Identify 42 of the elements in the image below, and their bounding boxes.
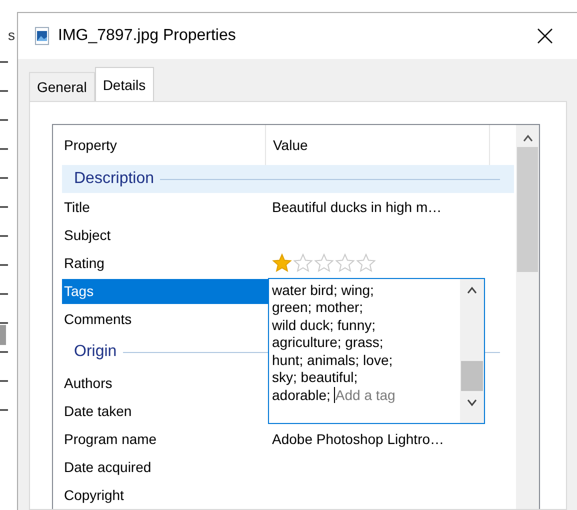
group-label[interactable]: Description (72, 170, 160, 188)
placeholder-text: Add a tag (335, 386, 396, 404)
property-name[interactable]: Comments (62, 306, 268, 332)
tag-text: sky; beautiful; (272, 369, 358, 386)
property-name[interactable]: Program name (62, 426, 268, 452)
scrollbar-thumb[interactable] (461, 360, 483, 390)
property-value: Beautiful ducks in high m… (272, 199, 442, 215)
scrollbar-thumb[interactable] (517, 147, 538, 272)
tag-text: water bird; wing; (272, 282, 374, 299)
property-name[interactable]: Subject (62, 222, 268, 248)
scroll-up-icon (467, 286, 477, 294)
property-name[interactable]: Date taken (62, 398, 268, 424)
star-icon (293, 253, 313, 273)
background-text: s (8, 27, 15, 43)
tags-field[interactable]: water bird; wing; green; mother; wild duck; funny; agriculture; grass; hunt; animals; love; sky; beautiful; adorable; Add a tag (268, 278, 485, 424)
property-name[interactable]: Date acquired (62, 454, 268, 480)
property-name[interactable]: Tags (62, 278, 268, 304)
tag-text: green; mother; (272, 299, 364, 316)
tag-text: hunt; animals; love; (272, 352, 393, 369)
star-icon (272, 253, 292, 273)
property-name[interactable]: Title (62, 194, 268, 220)
tab[interactable]: General (29, 72, 95, 101)
tag-text: adorable; (272, 386, 330, 404)
tag-text: wild duck; funny; (272, 316, 376, 334)
property-value: Adobe Photoshop Lightro… (272, 431, 444, 447)
star-icon (335, 253, 355, 273)
group-label[interactable]: Origin (72, 343, 123, 361)
tag-text: agriculture; grass; (272, 334, 384, 352)
scroll-up-icon (522, 134, 532, 142)
scrollbar[interactable] (516, 125, 539, 509)
image-file-icon (35, 27, 49, 45)
window-title: IMG_7897.jpg Properties (58, 27, 237, 45)
star-icon (356, 253, 376, 273)
property-name[interactable]: Copyright (62, 482, 268, 508)
close-icon (537, 28, 553, 44)
tab[interactable]: Details (94, 67, 154, 101)
scroll-down-icon (467, 398, 477, 406)
property-name[interactable]: Rating (62, 250, 268, 276)
scrollbar[interactable] (460, 278, 484, 422)
star-icon (314, 253, 334, 273)
rating-stars[interactable] (272, 253, 376, 273)
property-name[interactable]: Authors (62, 370, 268, 396)
